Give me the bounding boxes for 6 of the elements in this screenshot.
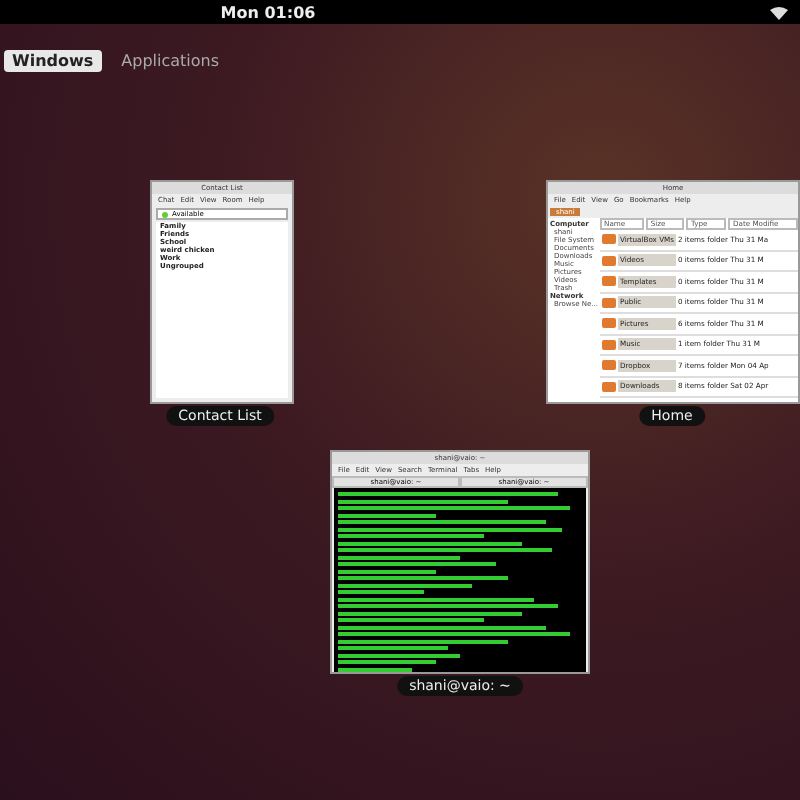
- window-thumbnail[interactable]: [546, 180, 800, 404]
- wifi-icon[interactable]: [770, 5, 788, 19]
- status-dot-icon: [162, 211, 168, 217]
- overview-tab[interactable]: Applications: [113, 50, 228, 72]
- clock[interactable]: Mon 01:06: [220, 3, 316, 21]
- overview-tab[interactable]: Windows: [4, 50, 102, 72]
